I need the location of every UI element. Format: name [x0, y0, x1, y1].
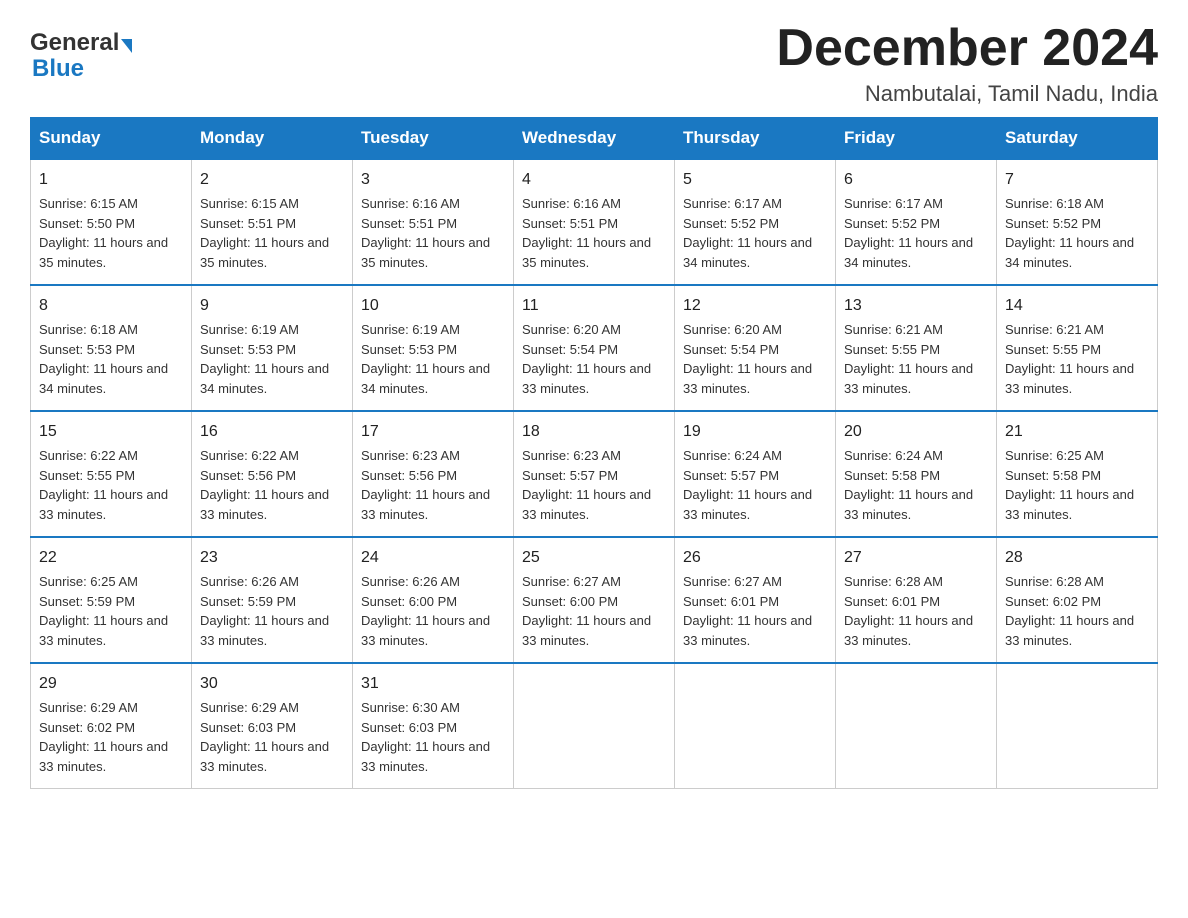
day-number: 23: [200, 546, 344, 570]
day-cell: 19Sunrise: 6:24 AMSunset: 5:57 PMDayligh…: [675, 411, 836, 537]
day-cell: 27Sunrise: 6:28 AMSunset: 6:01 PMDayligh…: [836, 537, 997, 663]
day-cell: 25Sunrise: 6:27 AMSunset: 6:00 PMDayligh…: [514, 537, 675, 663]
day-number: 29: [39, 672, 183, 696]
day-cell: 7Sunrise: 6:18 AMSunset: 5:52 PMDaylight…: [997, 159, 1158, 285]
week-row-3: 15Sunrise: 6:22 AMSunset: 5:55 PMDayligh…: [31, 411, 1158, 537]
day-number: 25: [522, 546, 666, 570]
day-cell: 30Sunrise: 6:29 AMSunset: 6:03 PMDayligh…: [192, 663, 353, 789]
day-cell: 2Sunrise: 6:15 AMSunset: 5:51 PMDaylight…: [192, 159, 353, 285]
day-number: 21: [1005, 420, 1149, 444]
day-number: 14: [1005, 294, 1149, 318]
day-number: 10: [361, 294, 505, 318]
week-row-4: 22Sunrise: 6:25 AMSunset: 5:59 PMDayligh…: [31, 537, 1158, 663]
header-cell-thursday: Thursday: [675, 118, 836, 160]
day-cell: 8Sunrise: 6:18 AMSunset: 5:53 PMDaylight…: [31, 285, 192, 411]
day-number: 8: [39, 294, 183, 318]
day-cell: [836, 663, 997, 789]
day-cell: 3Sunrise: 6:16 AMSunset: 5:51 PMDaylight…: [353, 159, 514, 285]
title-block: December 2024 Nambutalai, Tamil Nadu, In…: [776, 20, 1158, 107]
calendar-table: SundayMondayTuesdayWednesdayThursdayFrid…: [30, 117, 1158, 789]
page-subtitle: Nambutalai, Tamil Nadu, India: [776, 81, 1158, 107]
day-cell: 21Sunrise: 6:25 AMSunset: 5:58 PMDayligh…: [997, 411, 1158, 537]
day-cell: 5Sunrise: 6:17 AMSunset: 5:52 PMDaylight…: [675, 159, 836, 285]
day-number: 27: [844, 546, 988, 570]
day-number: 26: [683, 546, 827, 570]
day-cell: 15Sunrise: 6:22 AMSunset: 5:55 PMDayligh…: [31, 411, 192, 537]
day-number: 17: [361, 420, 505, 444]
header-cell-monday: Monday: [192, 118, 353, 160]
day-cell: 29Sunrise: 6:29 AMSunset: 6:02 PMDayligh…: [31, 663, 192, 789]
day-number: 13: [844, 294, 988, 318]
day-number: 31: [361, 672, 505, 696]
day-number: 20: [844, 420, 988, 444]
day-cell: 14Sunrise: 6:21 AMSunset: 5:55 PMDayligh…: [997, 285, 1158, 411]
header-cell-friday: Friday: [836, 118, 997, 160]
header-cell-sunday: Sunday: [31, 118, 192, 160]
day-cell: 23Sunrise: 6:26 AMSunset: 5:59 PMDayligh…: [192, 537, 353, 663]
day-cell: 6Sunrise: 6:17 AMSunset: 5:52 PMDaylight…: [836, 159, 997, 285]
day-number: 2: [200, 168, 344, 192]
logo-general: General: [30, 30, 132, 56]
day-cell: 9Sunrise: 6:19 AMSunset: 5:53 PMDaylight…: [192, 285, 353, 411]
day-cell: [997, 663, 1158, 789]
day-cell: 4Sunrise: 6:16 AMSunset: 5:51 PMDaylight…: [514, 159, 675, 285]
day-cell: 24Sunrise: 6:26 AMSunset: 6:00 PMDayligh…: [353, 537, 514, 663]
day-cell: 12Sunrise: 6:20 AMSunset: 5:54 PMDayligh…: [675, 285, 836, 411]
day-cell: 11Sunrise: 6:20 AMSunset: 5:54 PMDayligh…: [514, 285, 675, 411]
week-row-5: 29Sunrise: 6:29 AMSunset: 6:02 PMDayligh…: [31, 663, 1158, 789]
day-number: 22: [39, 546, 183, 570]
day-cell: 31Sunrise: 6:30 AMSunset: 6:03 PMDayligh…: [353, 663, 514, 789]
day-number: 12: [683, 294, 827, 318]
day-cell: 1Sunrise: 6:15 AMSunset: 5:50 PMDaylight…: [31, 159, 192, 285]
header-row: SundayMondayTuesdayWednesdayThursdayFrid…: [31, 118, 1158, 160]
day-number: 19: [683, 420, 827, 444]
day-number: 7: [1005, 168, 1149, 192]
header-cell-tuesday: Tuesday: [353, 118, 514, 160]
day-cell: 17Sunrise: 6:23 AMSunset: 5:56 PMDayligh…: [353, 411, 514, 537]
day-number: 11: [522, 294, 666, 318]
header-cell-wednesday: Wednesday: [514, 118, 675, 160]
day-cell: [514, 663, 675, 789]
day-cell: 26Sunrise: 6:27 AMSunset: 6:01 PMDayligh…: [675, 537, 836, 663]
week-row-1: 1Sunrise: 6:15 AMSunset: 5:50 PMDaylight…: [31, 159, 1158, 285]
day-number: 1: [39, 168, 183, 192]
day-cell: 10Sunrise: 6:19 AMSunset: 5:53 PMDayligh…: [353, 285, 514, 411]
header-cell-saturday: Saturday: [997, 118, 1158, 160]
day-number: 4: [522, 168, 666, 192]
day-cell: 22Sunrise: 6:25 AMSunset: 5:59 PMDayligh…: [31, 537, 192, 663]
day-number: 6: [844, 168, 988, 192]
page-title: December 2024: [776, 20, 1158, 77]
day-number: 9: [200, 294, 344, 318]
logo-blue-text: Blue: [32, 56, 132, 82]
day-cell: 16Sunrise: 6:22 AMSunset: 5:56 PMDayligh…: [192, 411, 353, 537]
day-cell: 20Sunrise: 6:24 AMSunset: 5:58 PMDayligh…: [836, 411, 997, 537]
day-number: 15: [39, 420, 183, 444]
day-cell: 28Sunrise: 6:28 AMSunset: 6:02 PMDayligh…: [997, 537, 1158, 663]
day-number: 18: [522, 420, 666, 444]
day-number: 16: [200, 420, 344, 444]
day-cell: 18Sunrise: 6:23 AMSunset: 5:57 PMDayligh…: [514, 411, 675, 537]
day-number: 5: [683, 168, 827, 192]
week-row-2: 8Sunrise: 6:18 AMSunset: 5:53 PMDaylight…: [31, 285, 1158, 411]
day-cell: [675, 663, 836, 789]
logo: General Blue: [30, 20, 132, 83]
day-number: 30: [200, 672, 344, 696]
day-cell: 13Sunrise: 6:21 AMSunset: 5:55 PMDayligh…: [836, 285, 997, 411]
day-number: 3: [361, 168, 505, 192]
page-header: General Blue December 2024 Nambutalai, T…: [30, 20, 1158, 107]
day-number: 24: [361, 546, 505, 570]
day-number: 28: [1005, 546, 1149, 570]
